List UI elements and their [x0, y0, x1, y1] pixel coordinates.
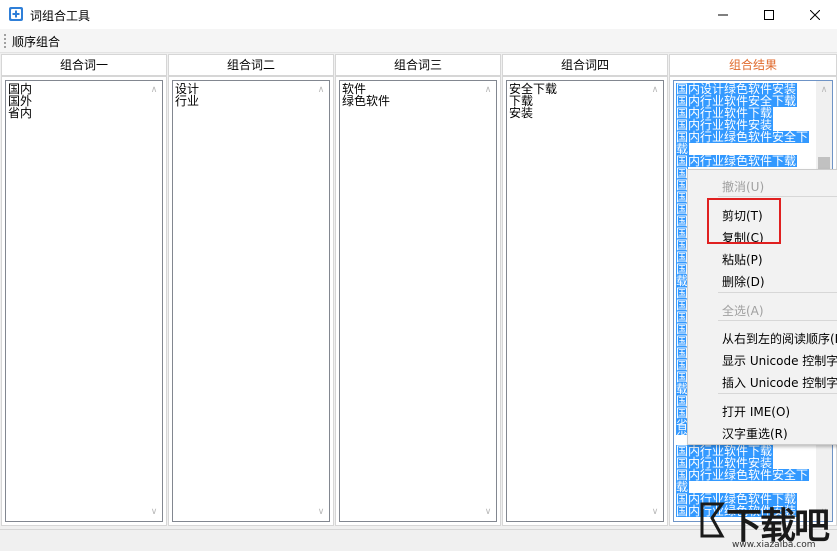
column-panel-1: 国内 国外 省内 ∧ ∨ — [1, 76, 167, 526]
scroll-up-icon[interactable]: ∧ — [317, 86, 325, 95]
minimize-icon — [718, 14, 728, 15]
result-line: 国内行业绿色软件下载 — [676, 154, 798, 168]
word-input-4-text: 安全下载 下载 安装 — [509, 82, 558, 120]
sequential-combine-button[interactable]: 顺序组合 — [12, 33, 60, 50]
maximize-icon — [764, 9, 774, 20]
menu-separator — [718, 292, 837, 293]
menu-item-insert-unicode[interactable]: 插入 Unicode 控制字符(I) — [722, 374, 837, 391]
menu-item-open-ime[interactable]: 打开 IME(O) — [722, 403, 790, 420]
close-icon — [810, 9, 820, 20]
menu-item-show-unicode[interactable]: 显示 Unicode 控制字符(S) — [722, 352, 837, 369]
app-window: 词组合工具 顺序组合 组合词一 国内 国外 省内 ∧ ∨ 组合词二 设计 行业 — [0, 0, 837, 551]
menu-item-undo[interactable]: 撤消(U) — [722, 178, 764, 195]
title-bar: 词组合工具 — [0, 0, 837, 29]
result-column-header: 组合结果 — [669, 54, 837, 76]
word-input-2[interactable]: 设计 行业 ∧ ∨ — [172, 80, 330, 522]
scroll-down-icon[interactable]: ∨ — [150, 508, 158, 517]
word-input-4[interactable]: 安全下载 下载 安装 ∧ ∨ — [506, 80, 664, 522]
watermark-emblem-icon — [700, 502, 725, 538]
column-panel-4: 安全下载 下载 安装 ∧ ∨ — [502, 76, 668, 526]
word-input-3[interactable]: 软件 绿色软件 ∧ ∨ — [339, 80, 497, 522]
word-input-2-text: 设计 行业 — [175, 82, 200, 108]
scrollbar[interactable]: ∧ ∨ — [480, 81, 496, 521]
scroll-up-icon[interactable]: ∧ — [150, 86, 158, 95]
scroll-down-icon[interactable]: ∨ — [651, 508, 659, 517]
app-icon — [9, 7, 23, 21]
scroll-down-icon[interactable]: ∨ — [484, 508, 492, 517]
result-line: 国内行业绿色软件安全下 — [676, 468, 810, 482]
scroll-up-icon[interactable]: ∧ — [484, 86, 492, 95]
watermark-url: www.xiazaiba.com — [732, 540, 816, 550]
result-line: 国内行业绿色软件安全下 — [676, 130, 810, 144]
column-header-4: 组合词四 — [502, 54, 668, 76]
word-input-1[interactable]: 国内 国外 省内 ∧ ∨ — [5, 80, 163, 522]
column-panel-3: 软件 绿色软件 ∧ ∨ — [335, 76, 501, 526]
menu-separator — [718, 320, 837, 321]
scroll-down-icon[interactable]: ∨ — [317, 508, 325, 517]
menu-item-reconversion[interactable]: 汉字重选(R) — [722, 425, 788, 442]
scrollbar[interactable]: ∧ ∨ — [313, 81, 329, 521]
toolbar-grip-icon[interactable] — [4, 34, 7, 48]
window-title: 词组合工具 — [30, 9, 91, 23]
column-header-3: 组合词三 — [335, 54, 501, 76]
annotation-highlight-box — [707, 198, 781, 244]
scroll-up-icon[interactable]: ∧ — [651, 86, 659, 95]
word-input-3-text: 软件 绿色软件 — [342, 82, 391, 108]
column-panel-2: 设计 行业 ∧ ∨ — [168, 76, 334, 526]
menu-item-select-all[interactable]: 全选(A) — [722, 302, 764, 319]
toolbar: 顺序组合 — [0, 29, 837, 53]
maximize-button[interactable] — [746, 0, 792, 29]
column-header-1: 组合词一 — [1, 54, 167, 76]
scrollbar[interactable]: ∧ ∨ — [647, 81, 663, 521]
menu-item-rtl-reading[interactable]: 从右到左的阅读顺序(R) — [722, 330, 837, 347]
minimize-button[interactable] — [700, 0, 746, 29]
menu-separator — [718, 196, 837, 197]
watermark-logo: 下载吧 www.xiazaiba.com — [696, 496, 837, 551]
word-input-1-text: 国内 国外 省内 — [8, 82, 33, 120]
menu-item-paste[interactable]: 粘贴(P) — [722, 251, 763, 268]
scrollbar[interactable]: ∧ ∨ — [146, 81, 162, 521]
column-header-2: 组合词二 — [168, 54, 334, 76]
menu-item-delete[interactable]: 删除(D) — [722, 273, 765, 290]
scroll-up-icon[interactable]: ∧ — [820, 86, 828, 95]
menu-separator — [718, 393, 837, 394]
close-button[interactable] — [792, 0, 837, 29]
